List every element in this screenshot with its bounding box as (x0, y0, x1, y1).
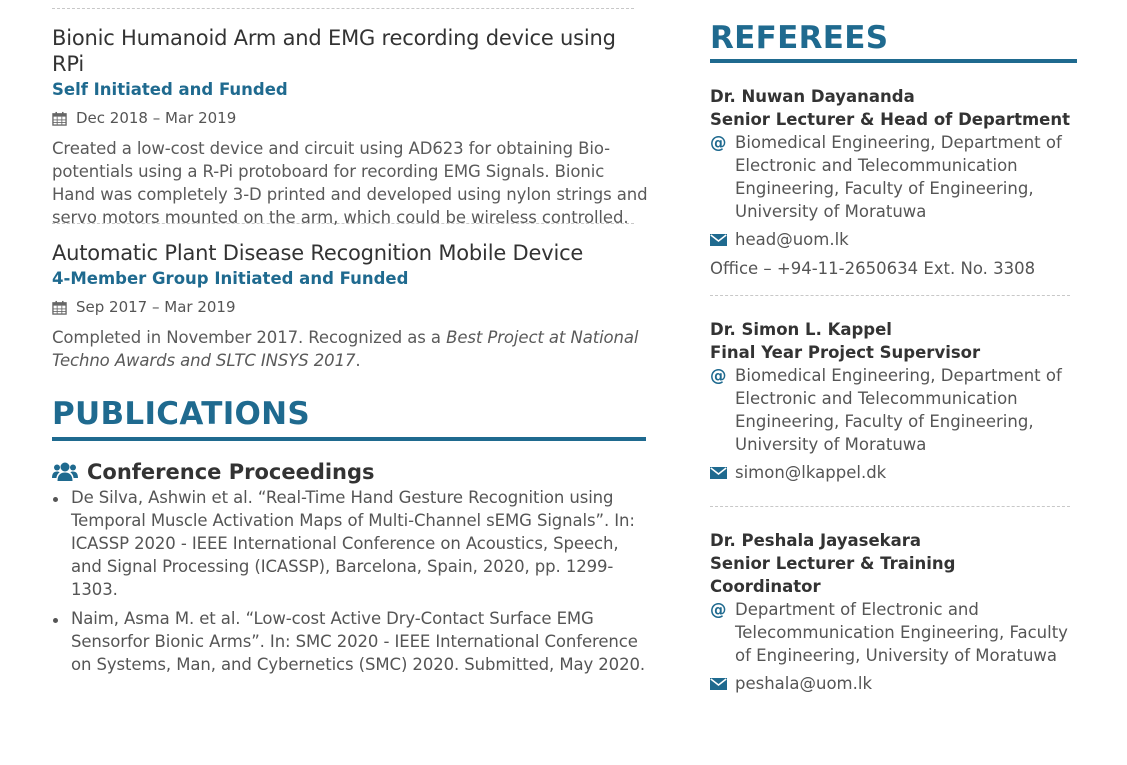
at-sign-icon: @ (710, 600, 727, 619)
envelope-icon (710, 678, 727, 690)
description-text: Completed in November 2017. Recognized a… (52, 328, 447, 347)
referee-entry: Dr. Nuwan Dayananda Senior Lecturer & He… (710, 85, 1070, 280)
affiliation-text: Biomedical Engineering, Department of El… (735, 366, 1062, 454)
divider (52, 8, 634, 9)
divider (710, 506, 1070, 507)
envelope-icon (710, 234, 727, 246)
project-date: Dec 2018 – Mar 2019 (52, 108, 652, 128)
referee-entry: Dr. Peshala Jayasekara Senior Lecturer &… (710, 529, 1070, 696)
referee-name: Dr. Simon L. Kappel (710, 320, 892, 339)
affiliation-text: Department of Electronic and Telecommuni… (735, 600, 1068, 665)
project-description: Created a low-cost device and circuit us… (52, 139, 648, 227)
publications-section: PUBLICATIONS Conference Proceedings De S… (52, 396, 652, 676)
email-link[interactable]: simon@lkappel.dk (735, 461, 886, 485)
section-rule (710, 59, 1077, 63)
publications-subheading: Conference Proceedings (52, 460, 652, 484)
referee-email: simon@lkappel.dk (710, 461, 1070, 485)
referee-role: Senior Lecturer & Training Coordinator (710, 554, 956, 596)
email-link[interactable]: peshala@uom.lk (735, 672, 872, 696)
referee-entry: Dr. Simon L. Kappel Final Year Project S… (710, 318, 1070, 485)
project-title: Automatic Plant Disease Recognition Mobi… (52, 241, 584, 265)
referee-affiliation: @ Biomedical Engineering, Department of … (710, 131, 1070, 223)
referee-email: peshala@uom.lk (710, 672, 1070, 696)
referee-role: Senior Lecturer & Head of Department (710, 110, 1070, 129)
project-entry: Bionic Humanoid Arm and EMG recording de… (52, 25, 652, 229)
referee-role: Final Year Project Supervisor (710, 343, 981, 362)
envelope-icon (710, 467, 727, 479)
project-description: Completed in November 2017. Recognized a… (52, 326, 642, 372)
users-icon (52, 462, 78, 481)
section-title: PUBLICATIONS (52, 396, 311, 432)
referees-header: REFEREES (710, 20, 1077, 63)
affiliation-text: Biomedical Engineering, Department of El… (735, 133, 1062, 221)
envelope-wrap (710, 672, 735, 696)
project-subtitle: Self Initiated and Funded (52, 80, 288, 99)
section-rule (52, 437, 646, 441)
publication-list: De Silva, Ashwin et al. “Real-Time Hand … (52, 486, 652, 676)
project-title: Bionic Humanoid Arm and EMG recording de… (52, 26, 616, 76)
envelope-wrap (710, 461, 735, 485)
referee-email: head@uom.lk (710, 228, 1070, 252)
referee-affiliation: @ Department of Electronic and Telecommu… (710, 598, 1070, 667)
email-link[interactable]: head@uom.lk (735, 228, 849, 252)
calendar-icon (52, 111, 67, 126)
referee-name: Dr. Nuwan Dayananda (710, 87, 915, 106)
calendar-icon (52, 300, 67, 315)
referee-affiliation: @ Biomedical Engineering, Department of … (710, 364, 1070, 456)
at-sign-icon: @ (710, 133, 727, 152)
project-date: Sep 2017 – Mar 2019 (52, 297, 652, 317)
envelope-wrap (710, 228, 735, 252)
project-date-text: Sep 2017 – Mar 2019 (76, 298, 236, 316)
at-sign-icon: @ (710, 366, 727, 385)
project-date-text: Dec 2018 – Mar 2019 (76, 109, 237, 127)
divider (710, 295, 1070, 296)
divider (52, 223, 634, 224)
description-end: . (355, 351, 361, 370)
list-item: De Silva, Ashwin et al. “Real-Time Hand … (52, 486, 652, 601)
referee-office: Office – +94-11-2650634 Ext. No. 3308 (710, 259, 1036, 278)
referee-name: Dr. Peshala Jayasekara (710, 531, 922, 550)
list-item: Naim, Asma M. et al. “Low-cost Active Dr… (52, 607, 652, 676)
project-entry: Automatic Plant Disease Recognition Mobi… (52, 240, 652, 372)
section-title: REFEREES (710, 20, 889, 56)
project-subtitle: 4-Member Group Initiated and Funded (52, 269, 409, 288)
subheading-text: Conference Proceedings (87, 460, 375, 484)
